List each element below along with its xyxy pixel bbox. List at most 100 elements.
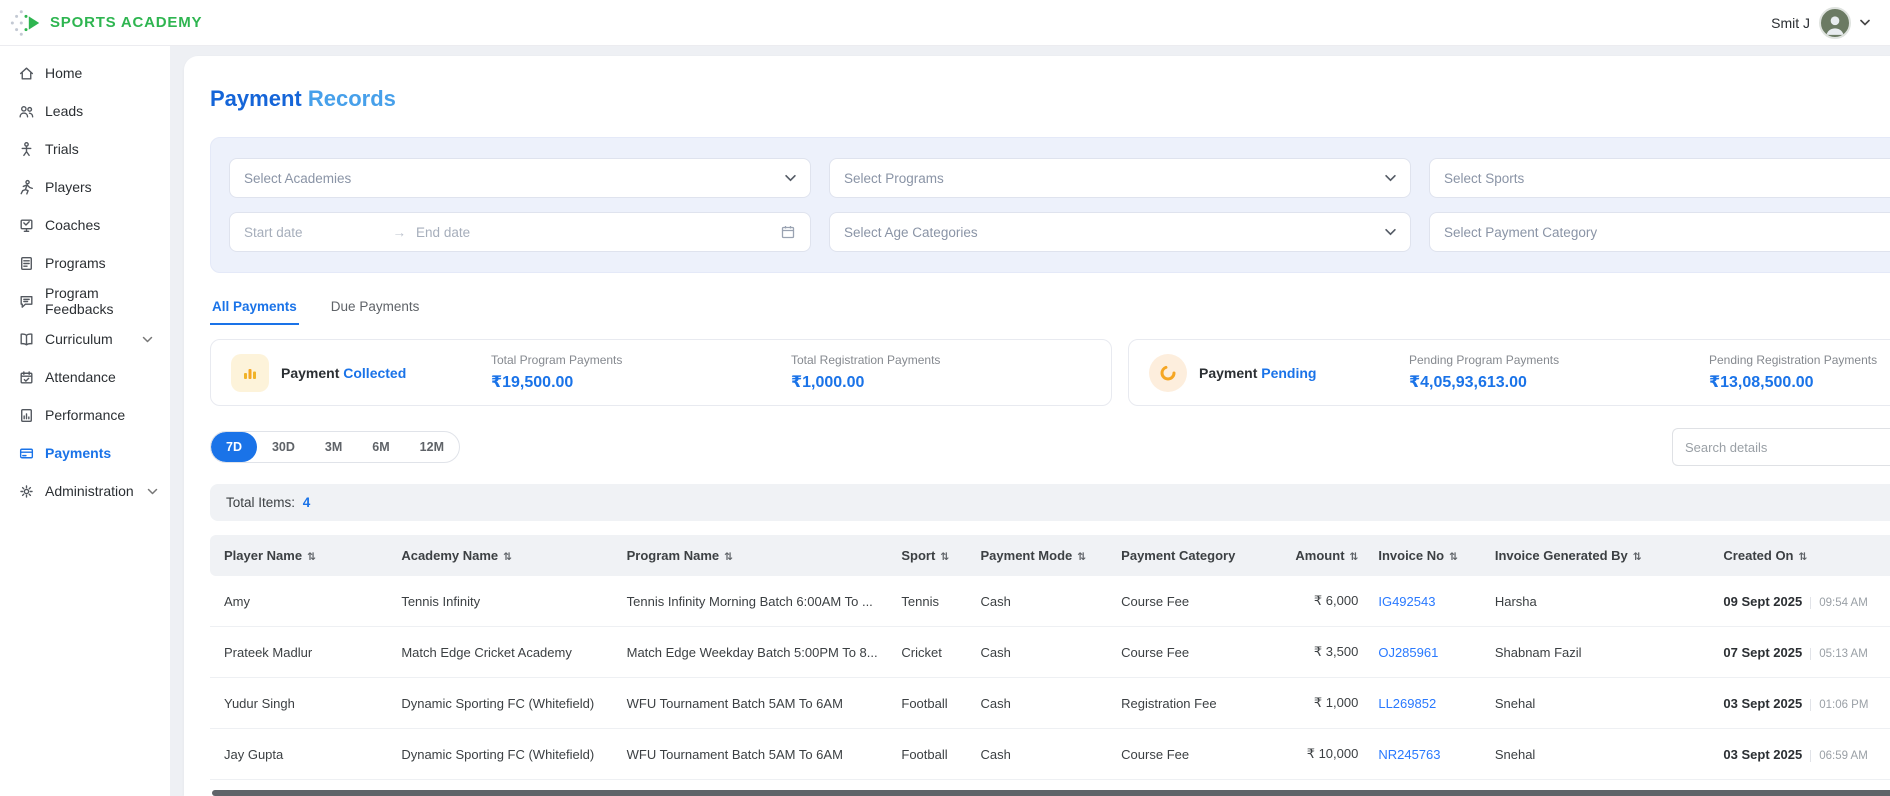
tab-all-payments[interactable]: All Payments <box>210 291 299 325</box>
sidebar-item-label: Leads <box>45 103 84 119</box>
sidebar-item-program-feedbacks[interactable]: Program Feedbacks <box>0 282 170 320</box>
chevron-down-icon <box>1385 174 1396 182</box>
administration-icon <box>20 484 33 498</box>
invoice-generated-by: Snehal <box>1484 728 1714 780</box>
stat-label: Pending Registration Payments <box>1709 353 1878 367</box>
range-arrow-icon: → <box>392 224 407 240</box>
search-input[interactable] <box>1672 428 1890 466</box>
invoice-link[interactable]: OJ285961 <box>1378 645 1438 660</box>
col-player-name[interactable]: Player Name <box>210 535 392 576</box>
created-on: 03 Sept 2025 06:59 AM <box>1713 728 1890 780</box>
end-date-placeholder: End date <box>416 224 471 240</box>
payment-records-panel: Payment Records Export Select Academies … <box>184 56 1890 796</box>
sport: Cricket <box>891 626 971 678</box>
sidebar-item-label: Programs <box>45 255 106 271</box>
sidebar-item-label: Administration <box>45 483 134 499</box>
invoice-link[interactable]: LL269852 <box>1378 696 1436 711</box>
payment-category-select[interactable]: Select Payment Category <box>1429 212 1890 252</box>
total-items-count: 4 <box>302 495 311 510</box>
range-pill-6m[interactable]: 6M <box>357 432 404 462</box>
table-row: Prateek Madlur Match Edge Cricket Academ… <box>210 626 1890 678</box>
stat-value: ₹19,500.00 <box>491 374 574 391</box>
amount: ₹ 1,000 <box>1267 677 1369 729</box>
player-name: Prateek Madlur <box>210 626 392 678</box>
program-name: WFU Tournament Batch 5AM To 6AM <box>616 677 892 729</box>
invoice-link[interactable]: IG492543 <box>1378 594 1435 609</box>
payment-category-placeholder: Select Payment Category <box>1444 224 1598 240</box>
table-header-row: Player Name Academy Name Program Name Sp… <box>210 535 1890 576</box>
range-pill-7d[interactable]: 7D <box>211 432 257 462</box>
sidebar-item-home[interactable]: Home <box>0 54 170 92</box>
sidebar-item-programs[interactable]: Programs <box>0 244 170 282</box>
payment-category: Course Fee <box>1111 728 1268 780</box>
programs-icon <box>21 256 32 270</box>
payment-pending-icon <box>1149 353 1187 392</box>
date-range-field[interactable]: Start date → End date <box>229 212 811 252</box>
payment-mode: Cash <box>970 677 1112 729</box>
col-payment-mode[interactable]: Payment Mode <box>970 535 1112 576</box>
created-on: 09 Sept 2025 09:54 AM <box>1713 576 1890 627</box>
page-title-primary: Payment <box>210 85 302 111</box>
payments-icon <box>19 448 34 458</box>
sidebar-item-performance[interactable]: Performance <box>0 396 170 434</box>
sidebar-item-curriculum[interactable]: Curriculum <box>0 320 170 358</box>
range-pill-3m[interactable]: 3M <box>310 432 357 462</box>
total-items-bar: Total Items: 4 <box>210 484 1890 521</box>
sort-icon <box>1794 548 1808 563</box>
programs-select[interactable]: Select Programs <box>829 158 1411 198</box>
academies-select[interactable]: Select Academies <box>229 158 811 198</box>
sort-icon <box>1444 548 1458 563</box>
col-invoice-generated-by[interactable]: Invoice Generated By <box>1484 535 1714 576</box>
calendar-icon <box>781 226 795 239</box>
person-icon <box>1826 15 1844 35</box>
tab-due-payments[interactable]: Due Payments <box>329 291 422 325</box>
chevron-down-icon <box>785 174 796 182</box>
sidebar-item-label: Home <box>45 65 83 81</box>
sidebar-item-attendance[interactable]: Attendance <box>0 358 170 396</box>
created-on: 07 Sept 2025 05:13 AM <box>1713 626 1890 678</box>
total-registration-payments: Total Registration Payments ₹1,000.00 <box>791 353 1091 392</box>
payment-category: Registration Fee <box>1111 677 1268 729</box>
sort-icon <box>1345 548 1359 563</box>
payment-collected-title: Payment Collected <box>281 364 407 381</box>
invoice-generated-by: Shabnam Fazil <box>1484 626 1714 678</box>
table-row: Yudur Singh Dynamic Sporting FC (Whitefi… <box>210 677 1890 729</box>
sidebar-item-coaches[interactable]: Coaches <box>0 206 170 244</box>
sidebar-item-label: Program Feedbacks <box>45 285 114 317</box>
age-categories-select[interactable]: Select Age Categories <box>829 212 1411 252</box>
sports-select[interactable]: Select Sports <box>1429 158 1890 198</box>
program-name: Tennis Infinity Morning Batch 6:00AM To … <box>616 576 892 627</box>
range-pill-12m[interactable]: 12M <box>405 432 459 462</box>
academy-name: Match Edge Cricket Academy <box>391 626 617 678</box>
sort-icon <box>935 548 949 563</box>
sidebar-item-trials[interactable]: Trials <box>0 130 170 168</box>
col-program-name[interactable]: Program Name <box>616 535 892 576</box>
col-payment-category: Payment Category <box>1111 535 1268 576</box>
user-menu[interactable]: Smit J <box>1771 6 1870 39</box>
col-created-on[interactable]: Created On <box>1713 535 1890 576</box>
sidebar-item-leads[interactable]: Leads <box>0 92 170 130</box>
range-pill-30d[interactable]: 30D <box>257 432 310 462</box>
col-sport[interactable]: Sport <box>891 535 971 576</box>
col-invoice-no[interactable]: Invoice No <box>1368 535 1485 576</box>
academy-name: Tennis Infinity <box>391 576 617 627</box>
col-amount[interactable]: Amount <box>1267 535 1369 576</box>
pending-program-payments: Pending Program Payments ₹4,05,93,613.00 <box>1409 353 1709 392</box>
academies-select-placeholder: Select Academies <box>244 170 352 186</box>
sidebar-item-payments[interactable]: Payments <box>0 434 170 472</box>
chevron-down-icon <box>147 488 157 494</box>
payment-mode: Cash <box>970 576 1112 627</box>
sidebar-item-players[interactable]: Players <box>0 168 170 206</box>
invoice-link[interactable]: NR245763 <box>1378 747 1440 762</box>
sport: Football <box>891 728 971 780</box>
total-program-payments: Total Program Payments ₹19,500.00 <box>491 353 791 392</box>
horizontal-scrollbar[interactable] <box>212 790 1890 796</box>
col-academy-name[interactable]: Academy Name <box>391 535 617 576</box>
academy-name: Dynamic Sporting FC (Whitefield) <box>391 728 617 780</box>
top-bar: SPORTS ACADEMY Smit J <box>0 0 1890 46</box>
sidebar-item-label: Curriculum <box>45 331 113 347</box>
feedback-icon <box>20 295 33 308</box>
payment-category: Course Fee <box>1111 576 1268 627</box>
created-on: 03 Sept 2025 01:06 PM <box>1713 677 1890 729</box>
sidebar-item-administration[interactable]: Administration <box>0 472 170 510</box>
